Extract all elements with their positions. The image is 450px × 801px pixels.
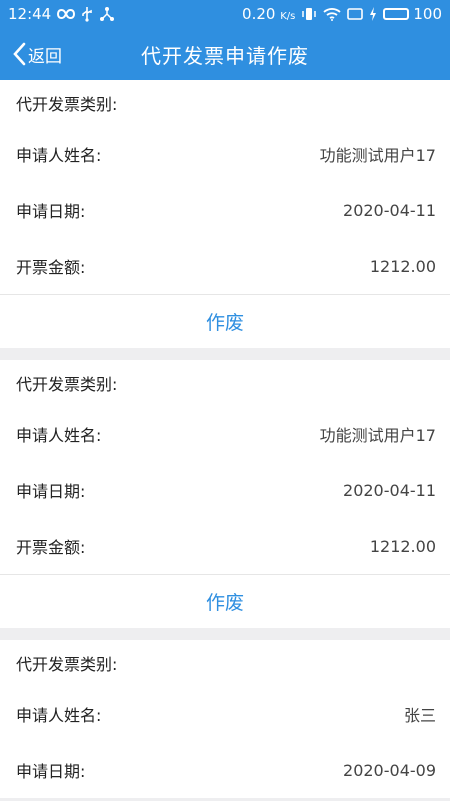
- date-value: 2020-04-11: [343, 200, 436, 220]
- application-card: 代开发票类别: 申请人姓名: 功能测试用户17 申请日期: 2020-04-11…: [0, 80, 450, 348]
- amount-label: 开票金额:: [16, 538, 86, 557]
- battery-icon: [383, 8, 410, 20]
- amount-label: 开票金额:: [16, 258, 86, 277]
- category-row: 代开发票类别:: [0, 80, 450, 126]
- date-label: 申请日期:: [16, 202, 86, 221]
- name-row: 申请人姓名: 功能测试用户17: [0, 126, 450, 182]
- date-label: 申请日期:: [16, 762, 86, 781]
- category-label: 代开发票类别:: [16, 655, 118, 674]
- battery-indicator: 100: [383, 5, 442, 23]
- usb-icon: [81, 6, 93, 22]
- application-card: 代开发票类别: 申请人姓名: 张三 申请日期: 2020-04-09: [0, 640, 450, 798]
- infinity-icon: [57, 8, 76, 20]
- name-row: 申请人姓名: 功能测试用户17: [0, 406, 450, 462]
- back-button[interactable]: 返回: [12, 28, 62, 80]
- category-row: 代开发票类别:: [0, 360, 450, 406]
- category-label: 代开发票类别:: [16, 95, 118, 114]
- date-value: 2020-04-09: [343, 760, 436, 780]
- date-row: 申请日期: 2020-04-11: [0, 462, 450, 518]
- screen-icon: [347, 7, 364, 21]
- date-row: 申请日期: 2020-04-11: [0, 182, 450, 238]
- chevron-left-icon: [12, 42, 26, 66]
- nav-bar: 返回 代开发票申请作废: [0, 28, 450, 80]
- battery-level: 100: [413, 5, 442, 23]
- category-label: 代开发票类别:: [16, 375, 118, 394]
- share-icon: [99, 6, 115, 22]
- amount-row: 开票金额: 1212.00: [0, 518, 450, 574]
- date-label: 申请日期:: [16, 482, 86, 501]
- amount-value: 1212.00: [369, 256, 436, 276]
- charging-icon: [369, 7, 377, 21]
- status-bar: 12:44 0.20 K/s 100: [0, 0, 450, 28]
- name-label: 申请人姓名:: [16, 426, 102, 445]
- application-list: 代开发票类别: 申请人姓名: 功能测试用户17 申请日期: 2020-04-11…: [0, 80, 450, 798]
- name-value: 张三: [403, 706, 436, 725]
- date-row: 申请日期: 2020-04-09: [0, 742, 450, 798]
- amount-row: 开票金额: 1212.00: [0, 238, 450, 294]
- name-label: 申请人姓名:: [16, 146, 102, 165]
- name-row: 申请人姓名: 张三: [0, 686, 450, 742]
- void-button[interactable]: 作废: [0, 294, 450, 348]
- name-value: 功能测试用户17: [319, 146, 436, 165]
- category-row: 代开发票类别:: [0, 640, 450, 686]
- vibrate-icon: [301, 7, 317, 21]
- wifi-icon: [323, 7, 341, 21]
- application-card: 代开发票类别: 申请人姓名: 功能测试用户17 申请日期: 2020-04-11…: [0, 360, 450, 628]
- void-button[interactable]: 作废: [0, 574, 450, 628]
- back-label: 返回: [28, 46, 62, 67]
- status-time: 12:44: [8, 5, 52, 23]
- network-speed: 0.20 K/s: [242, 5, 296, 23]
- name-label: 申请人姓名:: [16, 706, 102, 725]
- name-value: 功能测试用户17: [319, 426, 436, 445]
- amount-value: 1212.00: [369, 536, 436, 556]
- date-value: 2020-04-11: [343, 480, 436, 500]
- page-title: 代开发票申请作废: [141, 43, 309, 68]
